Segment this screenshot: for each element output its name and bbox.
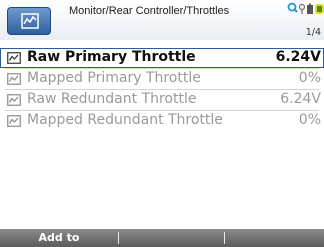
parameter-graph-icon <box>7 73 21 85</box>
list-item[interactable]: Raw Redundant Throttle 6.24V <box>0 90 324 110</box>
item-label: Raw Redundant Throttle <box>27 91 197 107</box>
search-icon <box>287 2 298 13</box>
page-indicator: 1/4 <box>305 27 321 38</box>
list-item[interactable]: Mapped Primary Throttle 0% <box>0 69 324 89</box>
battery-icon <box>307 3 313 14</box>
parameter-graph-icon <box>7 52 21 64</box>
item-label: Mapped Redundant Throttle <box>27 112 223 128</box>
item-value: 6.24V <box>275 49 321 65</box>
parameter-list: Raw Primary Throttle 6.24V Mapped Primar… <box>0 48 324 131</box>
item-label: Mapped Primary Throttle <box>27 70 201 86</box>
parameter-graph-icon <box>7 115 21 127</box>
add-to-softkey[interactable]: Add to <box>0 229 118 247</box>
item-value: 0% <box>298 70 321 86</box>
monitor-app-button[interactable] <box>7 7 51 35</box>
item-value: 6.24V <box>280 91 321 107</box>
list-item[interactable]: Mapped Redundant Throttle 0% <box>0 111 324 131</box>
item-label: Raw Primary Throttle <box>27 49 196 65</box>
status-icons <box>287 2 324 14</box>
status-indicator-icon <box>315 4 324 14</box>
breadcrumb: Monitor/Rear Controller/Throttles <box>69 5 230 17</box>
header-bar: Monitor/Rear Controller/Throttles 1/4 <box>0 0 324 40</box>
softkey-bar: Add to <box>0 229 324 247</box>
softkey-2[interactable] <box>119 229 224 247</box>
softkey-3[interactable] <box>225 229 324 247</box>
item-value: 0% <box>298 112 321 128</box>
monitor-graph-icon <box>21 13 39 29</box>
list-item[interactable]: Raw Primary Throttle 6.24V <box>0 48 324 68</box>
parameter-graph-icon <box>7 94 21 106</box>
key-icon <box>298 3 306 14</box>
